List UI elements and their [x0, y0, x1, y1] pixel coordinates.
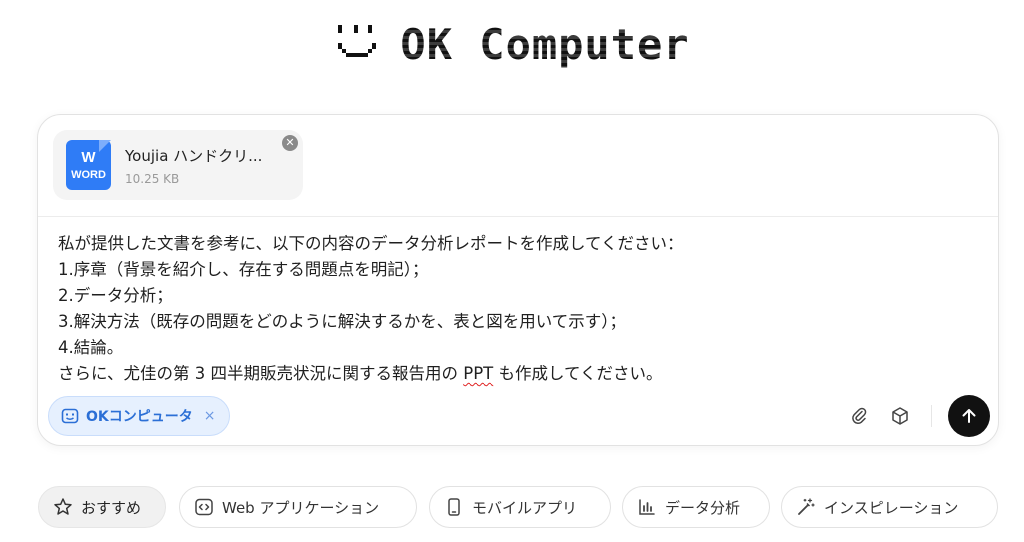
suggestion-label: おすすめ: [81, 498, 142, 517]
word-doc-icon: W WORD: [66, 140, 111, 190]
remove-file-close-icon[interactable]: ✕: [282, 135, 298, 151]
prompt-line: 1.序章（背景を紹介し、存在する問題点を明記）；: [58, 260, 429, 279]
file-name: Youjia ハンドクリ...: [125, 146, 263, 165]
suggestion-label: データ分析: [665, 498, 741, 517]
word-icon-label: WORD: [71, 169, 106, 181]
prompt-text-segment: も作成してください。: [493, 364, 663, 383]
prompt-text-segment: さらに、尤佳の第 3 四半期販売状況に関する報告用の: [58, 364, 464, 383]
star-icon: [54, 498, 72, 515]
suggestion-pill-data-analysis[interactable]: データ分析: [622, 486, 770, 528]
cube-icon[interactable]: [887, 403, 913, 429]
toolbar-divider: [931, 405, 932, 427]
attachment-area: W WORD Youjia ハンドクリ... 10.25 KB ✕: [38, 115, 998, 217]
suggestion-pill-recommended[interactable]: おすすめ: [38, 486, 166, 528]
send-button[interactable]: [948, 395, 990, 437]
file-size: 10.25 KB: [125, 171, 180, 186]
attached-file-card[interactable]: W WORD Youjia ハンドクリ... 10.25 KB: [53, 130, 303, 200]
mode-chip-close-icon[interactable]: ×: [204, 408, 216, 424]
prompt-line: 3.解決方法（既存の問題をどのように解決するかを、表と図を用いて示す）；: [58, 312, 626, 331]
phone-icon: [448, 498, 460, 516]
arrow-up-icon: [962, 409, 976, 423]
suggestion-pill-web-app[interactable]: Web アプリケーション: [179, 486, 417, 528]
prompt-textarea[interactable]: 私が提供した文書を参考に、以下の内容のデータ分析レポートを作成してください： 1…: [58, 231, 978, 387]
word-icon-letter: W: [81, 149, 96, 166]
robot-face-icon: [61, 408, 79, 424]
code-icon: [195, 498, 213, 516]
suggestion-pill-mobile-app[interactable]: モバイルアプリ: [429, 486, 611, 528]
mode-chip-label: OKコンピュータ: [86, 409, 193, 425]
smiley-logo-icon: [338, 25, 377, 57]
suggestion-label: インスピレーション: [824, 498, 959, 517]
prompt-line: 私が提供した文書を参考に、以下の内容のデータ分析レポートを作成してください：: [58, 234, 684, 253]
ok-computer-mode-chip[interactable]: OKコンピュータ ×: [48, 396, 231, 436]
app-logo: OK Computer: [0, 14, 1024, 74]
bar-chart-icon: [639, 499, 655, 515]
paperclip-icon[interactable]: [846, 403, 872, 429]
suggestion-label: モバイルアプリ: [472, 498, 578, 517]
misspelled-word: PPT: [463, 364, 494, 383]
suggestion-pill-inspiration[interactable]: インスピレーション: [781, 486, 998, 528]
file-info: Youjia ハンドクリ... 10.25 KB: [125, 145, 262, 186]
suggestion-label: Web アプリケーション: [222, 498, 380, 517]
prompt-line-last: さらに、尤佳の第 3 四半期販売状況に関する報告用の PPT も作成してください…: [58, 361, 978, 387]
prompt-line: 2.データ分析；: [58, 286, 173, 305]
composer-card: W WORD Youjia ハンドクリ... 10.25 KB ✕ 私が提供した…: [37, 114, 999, 446]
magic-wand-icon: [798, 498, 815, 515]
logo-title: OK Computer: [400, 19, 690, 69]
prompt-line: 4.結論。: [58, 338, 124, 357]
